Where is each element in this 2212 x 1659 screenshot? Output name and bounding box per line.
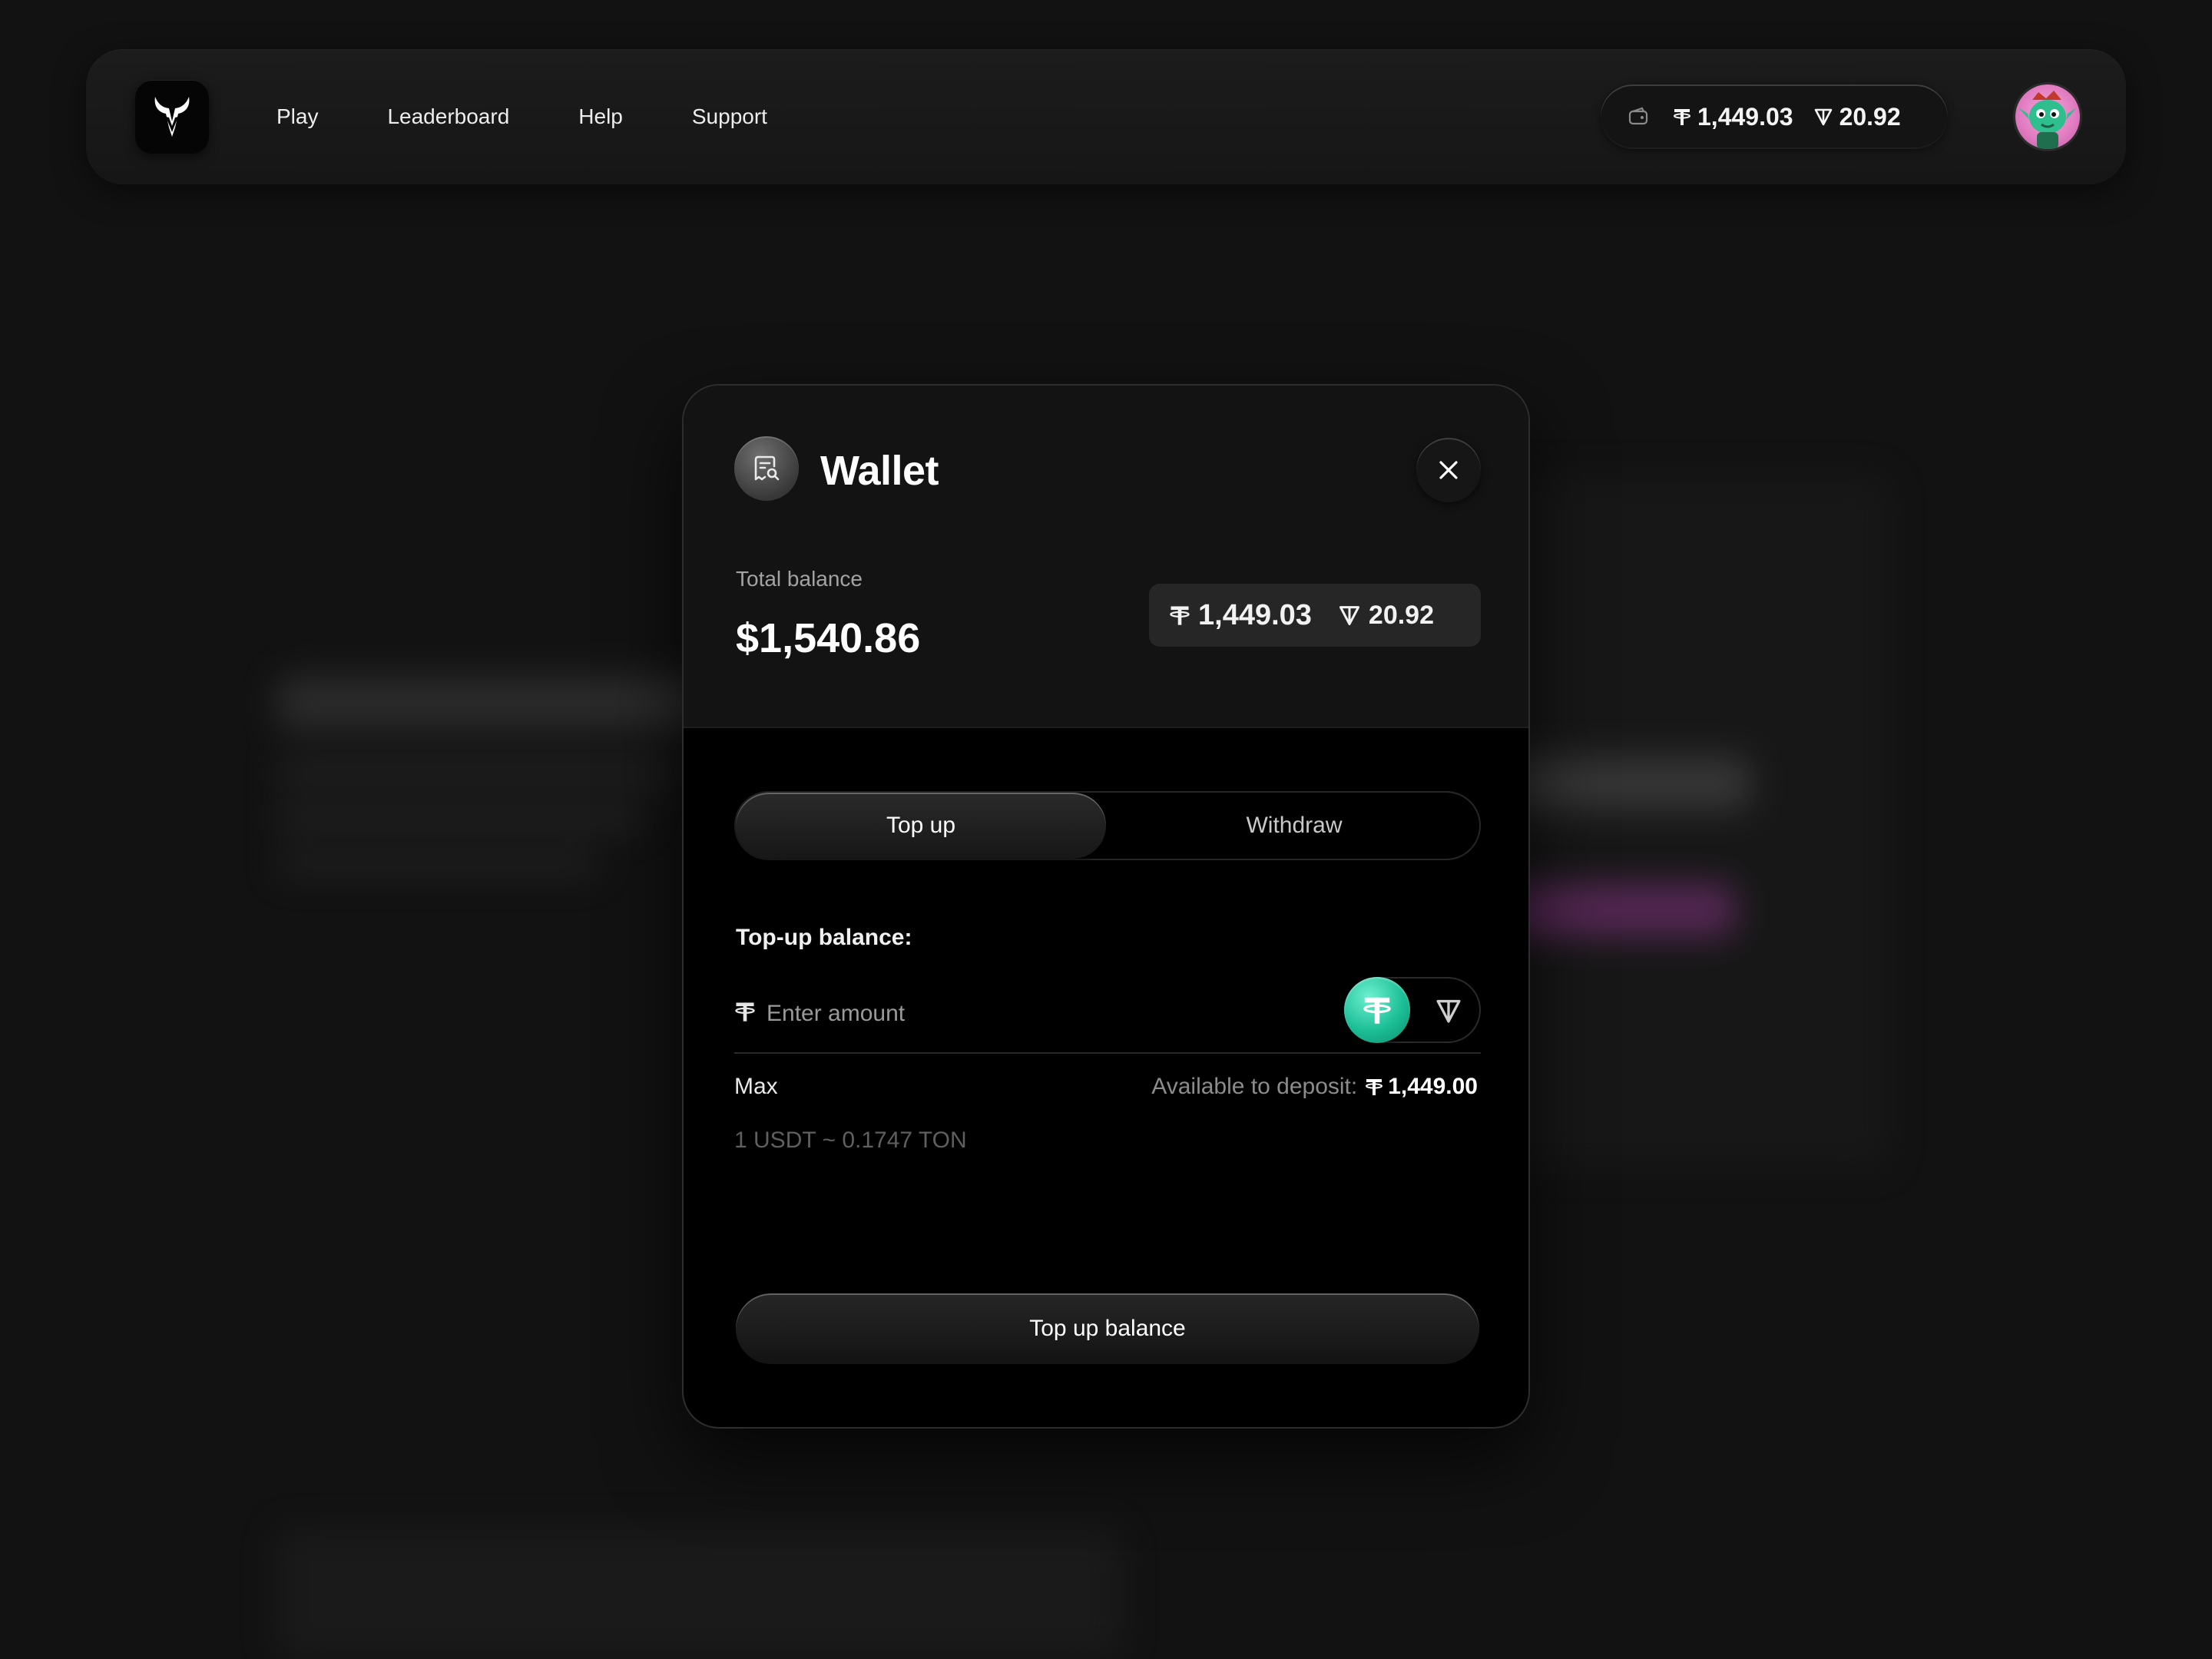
wallet-icon bbox=[1628, 107, 1648, 125]
top-navigation-bar: Play Leaderboard Help Support 1,449.03 2… bbox=[86, 49, 2126, 184]
tab-top-up[interactable]: Top up bbox=[736, 793, 1106, 859]
wallet-tabs: Top up Withdraw bbox=[734, 791, 1481, 860]
nav-help[interactable]: Help bbox=[578, 104, 623, 129]
receipt-search-icon bbox=[754, 455, 780, 481]
tether-icon bbox=[1363, 997, 1391, 1024]
currency-toggle bbox=[1344, 977, 1481, 1043]
modal-title: Wallet bbox=[820, 448, 939, 494]
nav-usdt-value: 1,449.03 bbox=[1697, 102, 1793, 131]
wallet-modal: Wallet Total balance $1,540.86 1,449.03 bbox=[682, 384, 1530, 1429]
total-balance-value: $1,540.86 bbox=[736, 615, 921, 661]
tether-icon bbox=[735, 1002, 755, 1022]
available-value: 1,449.00 bbox=[1388, 1074, 1478, 1099]
coin-balances: 1,449.03 20.92 bbox=[1149, 584, 1481, 647]
available-to-deposit: Available to deposit: 1,449.00 bbox=[1151, 1074, 1478, 1100]
nav-leaderboard[interactable]: Leaderboard bbox=[387, 104, 509, 129]
nav-ton-balance: 20.92 bbox=[1813, 103, 1901, 131]
ton-balance: 20.92 bbox=[1338, 601, 1434, 631]
total-balance-label: Total balance bbox=[736, 567, 863, 591]
nav-usdt-balance: 1,449.03 bbox=[1673, 103, 1793, 131]
balance-pill-button[interactable]: 1,449.03 20.92 bbox=[1601, 84, 1948, 149]
user-avatar[interactable] bbox=[2015, 84, 2080, 149]
bg-text-line bbox=[276, 760, 676, 783]
tether-icon bbox=[1170, 606, 1190, 625]
main-nav: Play Leaderboard Help Support bbox=[276, 49, 767, 184]
close-button[interactable] bbox=[1416, 438, 1481, 502]
available-amount: 1,449.00 bbox=[1365, 1074, 1478, 1100]
bull-logo-icon bbox=[154, 97, 190, 137]
wallet-header: Wallet Total balance $1,540.86 1,449.03 bbox=[684, 386, 1528, 728]
ton-balance-value: 20.92 bbox=[1368, 600, 1435, 630]
bg-footer-card bbox=[276, 1528, 1121, 1659]
currency-ton-option[interactable] bbox=[1435, 997, 1462, 1028]
tab-withdraw[interactable]: Withdraw bbox=[1108, 791, 1481, 860]
nav-play[interactable]: Play bbox=[276, 104, 318, 129]
top-up-balance-label: Top-up balance: bbox=[736, 925, 912, 950]
avatar-character-icon bbox=[2018, 91, 2077, 149]
ton-icon bbox=[1339, 606, 1359, 626]
bg-text-line bbox=[276, 853, 599, 876]
bg-heading bbox=[276, 676, 707, 730]
bg-accent bbox=[1505, 883, 1736, 937]
usdt-balance-value: 1,449.03 bbox=[1198, 598, 1312, 631]
ton-icon bbox=[1814, 108, 1832, 126]
amount-input[interactable] bbox=[767, 989, 1304, 1038]
tether-icon bbox=[1366, 1079, 1383, 1095]
home-logo-button[interactable] bbox=[135, 80, 209, 154]
wallet-header-badge bbox=[734, 436, 799, 501]
close-icon bbox=[1439, 461, 1458, 479]
exchange-rate: 1 USDT ~ 0.1747 TON bbox=[734, 1128, 967, 1153]
nav-support[interactable]: Support bbox=[692, 104, 767, 129]
bg-text-line bbox=[276, 806, 645, 830]
currency-usdt-option[interactable] bbox=[1344, 977, 1410, 1043]
available-label: Available to deposit: bbox=[1151, 1074, 1358, 1099]
amount-field-row bbox=[734, 974, 1481, 1054]
bg-value bbox=[1505, 757, 1751, 810]
nav-ton-value: 20.92 bbox=[1839, 102, 1901, 131]
top-up-balance-button[interactable]: Top up balance bbox=[736, 1293, 1479, 1364]
max-button[interactable]: Max bbox=[734, 1074, 778, 1100]
ton-icon bbox=[1436, 999, 1461, 1023]
usdt-balance: 1,449.03 bbox=[1169, 599, 1312, 632]
tether-icon bbox=[1674, 109, 1690, 125]
